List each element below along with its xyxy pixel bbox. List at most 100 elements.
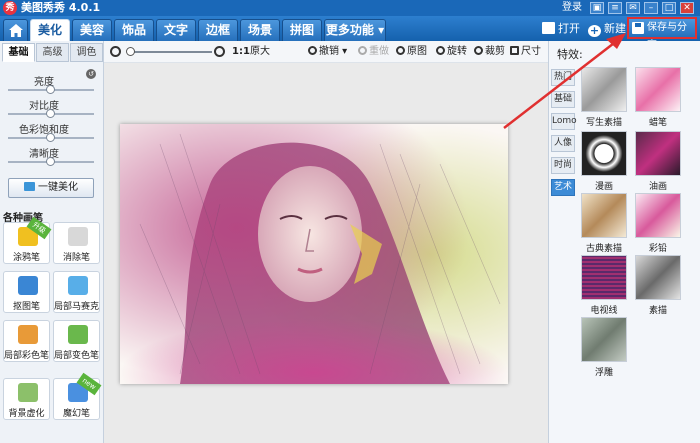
effect-thumbnail (581, 67, 627, 112)
tab-frame[interactable]: 边框 (198, 19, 238, 41)
login-link[interactable]: 登录 (562, 1, 582, 15)
sharpness-knob[interactable] (46, 157, 55, 166)
resize-button[interactable]: 尺寸 (510, 45, 541, 59)
effect-label: 浮雕 (594, 368, 613, 378)
tab-accessories[interactable]: 饰品 (114, 19, 154, 41)
tab-collage[interactable]: 拼图 (282, 19, 322, 41)
local-recolor-brush-tool[interactable]: 局部变色笔 (53, 320, 100, 362)
image-canvas[interactable] (104, 63, 548, 443)
effect-tv-lines[interactable]: 电视线 (581, 255, 627, 316)
tab-beautify[interactable]: 美化 (30, 19, 70, 41)
rotate-button[interactable]: 旋转 (436, 45, 467, 59)
subtab-color[interactable]: 调色 (70, 43, 103, 62)
category-lomo[interactable]: Lomo (551, 113, 577, 130)
mosaic-tool[interactable]: 局部马赛克 (53, 271, 100, 313)
undo-button[interactable]: 撤销 ▾ (308, 45, 347, 59)
category-art[interactable]: 艺术 (551, 179, 575, 196)
actual-size-ratio[interactable]: 1:1 (232, 45, 250, 59)
local-color-brush-tool[interactable]: 局部彩色笔 (3, 320, 50, 362)
feedback-icon[interactable]: ✉ (626, 2, 640, 14)
adjust-subtabs: 基础 高级 调色 (2, 43, 103, 63)
effect-classic-sketch[interactable]: 古典素描 (581, 193, 627, 254)
effect-emboss[interactable]: 浮雕 (581, 317, 627, 378)
new-label: 新建 (604, 22, 626, 35)
effect-label: 彩铅 (648, 244, 667, 254)
doodle-brush-tool[interactable]: 升级 涂鸦笔 (3, 216, 52, 264)
effect-crayon[interactable]: 蜡笔 (635, 67, 681, 128)
cutout-brush-tool[interactable]: 抠图笔 (3, 271, 50, 313)
background-blur-tool[interactable]: 背景虚化 (3, 378, 50, 420)
brightness-knob[interactable] (46, 85, 55, 94)
tab-text[interactable]: 文字 (156, 19, 196, 41)
maximize-icon[interactable]: □ (662, 2, 676, 14)
effect-label: 写生素描 (585, 118, 622, 128)
tab-more[interactable]: 更多功能 ▾ (324, 19, 386, 41)
tool-label: 局部变色笔 (54, 351, 100, 361)
minimize-icon[interactable]: – (644, 2, 658, 14)
contrast-knob[interactable] (46, 109, 55, 118)
subtab-basic[interactable]: 基础 (2, 43, 35, 62)
crop-button[interactable]: 裁剪 (474, 45, 505, 59)
effects-panel: 特效: 热门 基础 Lomo 人像 时尚 艺术 写生素描 蜡笔 漫画 油画 古典… (548, 41, 700, 443)
redo-label: 重做 (369, 46, 389, 57)
contrast-label: 对比度 (29, 101, 59, 112)
effect-comic[interactable]: 漫画 (581, 131, 627, 192)
original-button[interactable]: 原图 (396, 45, 427, 59)
tab-scene[interactable]: 场景 (240, 19, 280, 41)
folder-icon (542, 22, 555, 34)
saturation-knob[interactable] (46, 133, 55, 142)
left-panel: 基础 高级 调色 ↺ 亮度 对比度 色彩饱和度 清晰度 一键美化 各种画笔 升级… (0, 41, 104, 443)
close-icon[interactable]: ✕ (680, 2, 694, 14)
eraser-tool[interactable]: 消除笔 (53, 222, 100, 264)
effect-sketch[interactable]: 写生素描 (581, 67, 627, 128)
cutout-brush-icon (18, 276, 38, 295)
edited-photo[interactable] (120, 124, 508, 384)
effect-thumbnail (581, 255, 627, 300)
effect-color-pencil[interactable]: 彩铅 (635, 193, 681, 254)
magic-icon (24, 182, 35, 191)
tool-label: 局部彩色笔 (4, 351, 50, 361)
category-fashion[interactable]: 时尚 (551, 157, 575, 174)
save-icon (632, 22, 644, 34)
menu-icon[interactable]: ≡ (608, 2, 622, 14)
category-portrait[interactable]: 人像 (551, 135, 575, 152)
rotate-icon (436, 46, 445, 55)
menu-bar: 美化 美容 饰品 文字 边框 场景 拼图 更多功能 ▾ 打开 + 新建 (0, 16, 700, 41)
resize-label: 尺寸 (521, 46, 541, 57)
effects-title: 特效: (557, 48, 583, 61)
skin-icon[interactable]: ▣ (590, 2, 604, 14)
category-basic[interactable]: 基础 (551, 91, 575, 108)
subtab-advanced[interactable]: 高级 (36, 43, 69, 62)
home-tab[interactable] (3, 19, 28, 41)
image-toolbar: 1:1 原大 撤销 ▾ 重做 原图 旋转 裁剪 尺寸 (104, 41, 548, 63)
magic-brush-tool[interactable]: new 魔幻笔 (53, 372, 102, 420)
undo-icon (308, 46, 317, 55)
save-share-button[interactable]: 保存与分享 (627, 17, 697, 51)
effect-oil-painting[interactable]: 油画 (635, 131, 681, 192)
effect-thumbnail (581, 317, 627, 362)
zoom-knob[interactable] (126, 47, 135, 56)
original-label: 原图 (407, 46, 427, 57)
tab-cosmetic[interactable]: 美容 (72, 19, 112, 41)
redo-button[interactable]: 重做 (358, 45, 389, 59)
zoom-out-icon[interactable] (110, 46, 121, 57)
open-button[interactable]: 打开 (542, 21, 580, 37)
new-button[interactable]: + 新建 (588, 21, 626, 37)
tool-label: 抠图笔 (12, 302, 40, 312)
eraser-icon (68, 227, 88, 246)
actual-size-button[interactable]: 原大 (250, 45, 270, 59)
zoom-in-icon[interactable] (214, 46, 225, 57)
effect-thumbnail (635, 131, 681, 176)
tool-label: 背景虚化 (8, 409, 45, 419)
one-key-label: 一键美化 (38, 182, 78, 193)
effect-label: 漫画 (594, 182, 613, 192)
zoom-track[interactable] (128, 51, 212, 53)
effect-thumbnail (635, 255, 681, 300)
crop-icon (474, 46, 483, 55)
saturation-label: 色彩饱和度 (19, 125, 69, 136)
effect-pencil-sketch[interactable]: 素描 (635, 255, 681, 316)
category-hot[interactable]: 热门 (551, 69, 575, 86)
one-key-beautify-button[interactable]: 一键美化 (8, 178, 94, 198)
effect-label: 油画 (648, 182, 667, 192)
rotate-label: 旋转 (447, 46, 467, 57)
